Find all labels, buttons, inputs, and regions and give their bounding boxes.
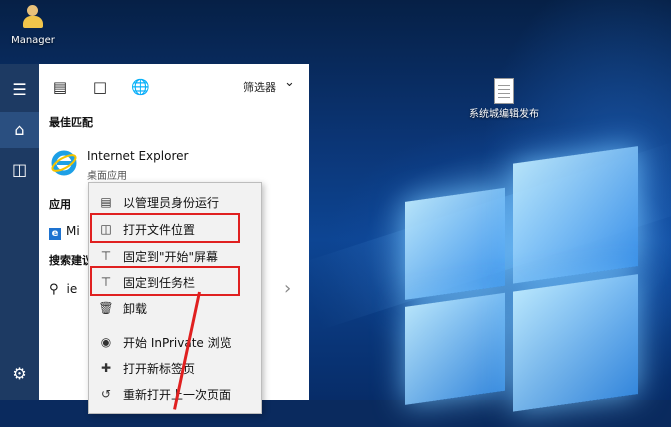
best-match-title: Internet Explorer — [87, 149, 189, 163]
desktop-icon-manager[interactable]: Manager — [4, 4, 62, 47]
search-suggestions-heading: 搜索建议 — [49, 254, 93, 267]
documents-filter-icon[interactable]: □ — [91, 78, 109, 96]
filter-dropdown-label[interactable]: 筛选器 — [243, 79, 276, 95]
new-tab-icon: ✚ — [100, 361, 112, 375]
inprivate-icon: ◉ — [100, 335, 112, 349]
menu-item-inprivate[interactable]: ◉ 开始 InPrivate 浏览 — [89, 329, 261, 355]
highlight-box-pin-to-taskbar — [90, 266, 240, 296]
menu-item-label: 开始 InPrivate 浏览 — [123, 336, 232, 350]
document-icon — [494, 78, 514, 104]
desktop-icon-label: 系统城编辑发布 — [469, 109, 539, 120]
menu-item-label: 卸载 — [123, 302, 148, 316]
apps-heading: 应用 — [49, 198, 71, 211]
desktop-icon-label: Manager — [11, 35, 55, 46]
internet-explorer-icon — [51, 150, 77, 176]
apps-view-icon[interactable]: ▤ — [51, 78, 69, 96]
app-list-item[interactable]: e Mi — [49, 224, 80, 240]
menu-item-run-as-admin[interactable]: ▤ 以管理员身份运行 — [89, 189, 261, 215]
user-folder-icon — [21, 4, 45, 30]
search-icon: ⚲ — [49, 282, 59, 297]
filter-bar: ▤ □ 🌐 筛选器 ⌄ — [39, 64, 309, 110]
trash-icon: 🗑 — [98, 301, 114, 315]
best-match-heading: 最佳匹配 — [49, 116, 93, 129]
document-library-icon[interactable]: ◫ — [0, 152, 39, 188]
app-item-label: Mi — [66, 224, 80, 238]
edge-icon: e — [49, 228, 61, 240]
start-menu-rail: ☰ ⌂ ◫ ⚙ — [0, 64, 39, 400]
chevron-right-icon[interactable]: › — [284, 278, 291, 299]
chevron-down-icon[interactable]: ⌄ — [284, 75, 295, 90]
hamburger-menu-icon[interactable]: ☰ — [0, 72, 39, 108]
best-match-item[interactable]: Internet Explorer 桌面应用 — [47, 146, 302, 184]
menu-item-label: 以管理员身份运行 — [123, 196, 220, 210]
pin-icon: ⊤ — [100, 249, 112, 263]
web-filter-icon[interactable]: 🌐 — [131, 78, 150, 96]
menu-item-label: 固定到"开始"屏幕 — [123, 250, 219, 264]
menu-item-new-tab[interactable]: ✚ 打开新标签页 — [89, 355, 261, 381]
windows-logo-wallpaper — [405, 133, 645, 427]
menu-item-uninstall[interactable]: 🗑 卸载 — [89, 295, 261, 321]
settings-gear-icon[interactable]: ⚙ — [0, 356, 39, 392]
home-icon[interactable]: ⌂ — [0, 112, 39, 148]
search-suggestion-label: ie — [66, 282, 78, 296]
run-as-admin-icon: ▤ — [100, 195, 112, 209]
highlight-box-open-file-location — [90, 213, 240, 243]
desktop-icon-document[interactable]: 系统城编辑发布 — [468, 78, 540, 121]
search-suggestion-item[interactable]: ⚲ ie — [49, 282, 77, 297]
best-match-subtitle: 桌面应用 — [87, 171, 127, 182]
